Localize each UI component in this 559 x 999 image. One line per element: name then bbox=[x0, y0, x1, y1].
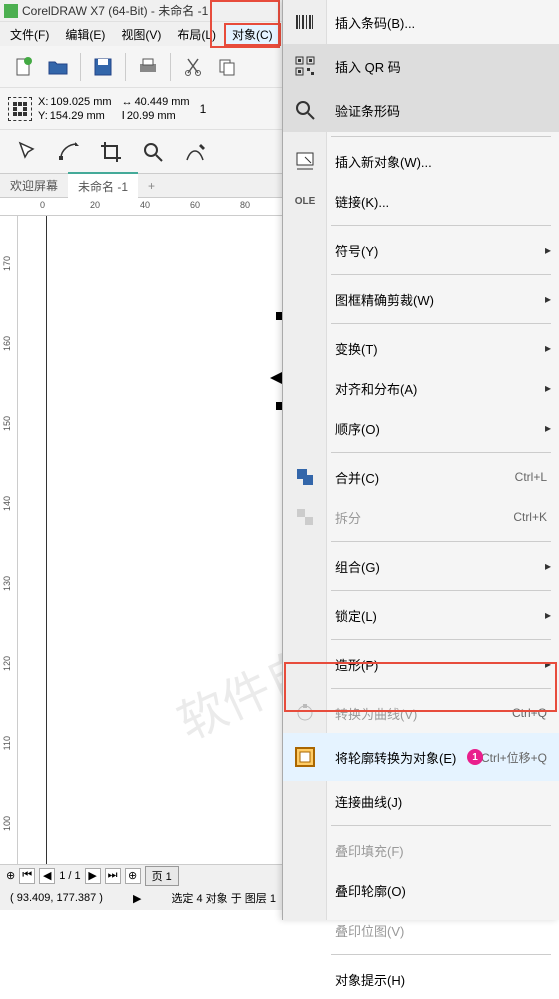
page-outline bbox=[46, 216, 286, 864]
width-value[interactable]: 40.449 mm bbox=[135, 95, 190, 109]
menu-overprint-outline[interactable]: 叠印轮廓(O) bbox=[283, 870, 559, 910]
combine-icon bbox=[291, 463, 319, 491]
menu-insert-barcode[interactable]: 插入条码(B)... bbox=[283, 0, 559, 44]
menu-links[interactable]: OLE 链接(K)... bbox=[283, 181, 559, 221]
cut-button[interactable] bbox=[177, 51, 209, 83]
submenu-arrow-icon: ▸ bbox=[545, 559, 551, 573]
cursor-position: ( 93.409, 177.387 ) bbox=[10, 892, 103, 904]
menu-powerclip[interactable]: 图框精确剪裁(W) ▸ bbox=[283, 279, 559, 319]
menu-outline-to-object[interactable]: 将轮廓转换为对象(E) 1 Ctrl+位移+Q bbox=[283, 733, 559, 781]
freehand-tool[interactable] bbox=[176, 134, 214, 170]
barcode-icon bbox=[291, 8, 319, 36]
menu-break: 拆分 Ctrl+K bbox=[283, 497, 559, 537]
magnifier-icon bbox=[291, 96, 319, 124]
app-title: CorelDRAW X7 (64-Bit) - 未命名 -1 bbox=[22, 2, 208, 19]
shortcut-label: Ctrl+Q bbox=[512, 706, 547, 720]
y-value[interactable]: 154.29 mm bbox=[50, 109, 105, 123]
shortcut-label: Ctrl+L bbox=[515, 470, 547, 484]
link-icon: OLE bbox=[291, 187, 319, 215]
tab-add[interactable]: + bbox=[138, 175, 158, 197]
curve-icon bbox=[291, 699, 319, 727]
arrow-icon: ▶ bbox=[133, 892, 141, 905]
menu-align[interactable]: 对齐和分布(A) ▸ bbox=[283, 368, 559, 408]
width-icon: ↔ bbox=[122, 95, 133, 109]
menu-file[interactable]: 文件(F) bbox=[2, 23, 57, 46]
menu-order[interactable]: 顺序(O) ▸ bbox=[283, 408, 559, 448]
tab-document[interactable]: 未命名 -1 bbox=[68, 172, 138, 199]
submenu-arrow-icon: ▸ bbox=[545, 421, 551, 435]
y-label: Y: bbox=[38, 109, 48, 123]
page-tab[interactable]: 页 1 bbox=[145, 866, 179, 886]
outline-object-icon bbox=[291, 743, 319, 771]
size-group: ↔40.449 mm Ⅰ20.99 mm bbox=[122, 95, 190, 123]
menu-verify-barcode[interactable]: 验证条形码 bbox=[283, 88, 559, 132]
print-button[interactable] bbox=[132, 51, 164, 83]
menu-transform[interactable]: 变换(T) ▸ bbox=[283, 328, 559, 368]
annotation-badge: 1 bbox=[467, 749, 483, 765]
first-page-button[interactable]: ⏮ bbox=[19, 868, 35, 884]
x-value[interactable]: 109.025 mm bbox=[50, 95, 111, 109]
menu-overprint-fill: 叠印填充(F) bbox=[283, 830, 559, 870]
menu-object-hint[interactable]: 对象提示(H) bbox=[283, 959, 559, 999]
menu-symbol[interactable]: 符号(Y) ▸ bbox=[283, 230, 559, 270]
menu-layout[interactable]: 布局(L) bbox=[169, 23, 224, 46]
menu-view[interactable]: 视图(V) bbox=[113, 23, 169, 46]
open-button[interactable] bbox=[42, 51, 74, 83]
ruler-unit-icon: ⊕ bbox=[6, 869, 15, 882]
submenu-arrow-icon: ▸ bbox=[545, 608, 551, 622]
last-page-button[interactable]: ⏭ bbox=[105, 868, 121, 884]
submenu-arrow-icon: ▸ bbox=[545, 341, 551, 355]
next-page-button[interactable]: ▶ bbox=[85, 868, 101, 884]
extra-value[interactable]: 1 bbox=[200, 102, 207, 116]
menu-insert-qr[interactable]: 插入 QR 码 bbox=[283, 44, 559, 88]
menu-shaping[interactable]: 造形(P) ▸ bbox=[283, 644, 559, 684]
menu-edit[interactable]: 编辑(E) bbox=[57, 23, 113, 46]
new-doc-button[interactable] bbox=[8, 51, 40, 83]
height-value[interactable]: 20.99 mm bbox=[127, 109, 176, 123]
shape-tool[interactable] bbox=[50, 134, 88, 170]
shortcut-label: Ctrl+位移+Q bbox=[481, 749, 547, 766]
insert-object-icon bbox=[291, 147, 319, 175]
zoom-tool[interactable] bbox=[134, 134, 172, 170]
menu-group[interactable]: 组合(G) ▸ bbox=[283, 546, 559, 586]
menu-overprint-bitmap: 叠印位图(V) bbox=[283, 910, 559, 950]
height-icon: Ⅰ bbox=[122, 109, 125, 123]
page-count: 1 / 1 bbox=[59, 870, 80, 882]
menu-insert-new-object[interactable]: 插入新对象(W)... bbox=[283, 141, 559, 181]
prev-page-button[interactable]: ◀ bbox=[39, 868, 55, 884]
pick-tool[interactable] bbox=[8, 134, 46, 170]
shortcut-label: Ctrl+K bbox=[513, 510, 547, 524]
submenu-arrow-icon: ▸ bbox=[545, 243, 551, 257]
x-label: X: bbox=[38, 95, 48, 109]
menu-connect-curve[interactable]: 连接曲线(J) bbox=[283, 781, 559, 821]
save-button[interactable] bbox=[87, 51, 119, 83]
submenu-arrow-icon: ▸ bbox=[545, 381, 551, 395]
break-icon bbox=[291, 503, 319, 531]
app-logo-icon bbox=[4, 4, 18, 18]
tab-welcome[interactable]: 欢迎屏幕 bbox=[0, 173, 68, 198]
menu-object[interactable]: 对象(C) bbox=[224, 23, 281, 46]
qr-icon bbox=[291, 52, 319, 80]
submenu-arrow-icon: ▸ bbox=[545, 292, 551, 306]
crop-tool[interactable] bbox=[92, 134, 130, 170]
object-menu-dropdown: 插入条码(B)... 插入 QR 码 验证条形码 插入新对象(W)... OLE… bbox=[282, 0, 559, 920]
position-group: X:109.025 mm Y:154.29 mm bbox=[8, 95, 112, 123]
position-icon bbox=[8, 97, 32, 121]
menu-combine[interactable]: 合并(C) Ctrl+L bbox=[283, 457, 559, 497]
submenu-arrow-icon: ▸ bbox=[545, 657, 551, 671]
menu-convert-to-curve: 转换为曲线(V) Ctrl+Q bbox=[283, 693, 559, 733]
add-page-button[interactable]: ⊕ bbox=[125, 868, 141, 884]
selection-status: 选定 4 对象 于 图层 1 bbox=[171, 890, 276, 906]
menu-lock[interactable]: 锁定(L) ▸ bbox=[283, 595, 559, 635]
copy-button[interactable] bbox=[211, 51, 243, 83]
ruler-vertical: 170 160 150 140 130 120 110 100 bbox=[0, 216, 18, 864]
